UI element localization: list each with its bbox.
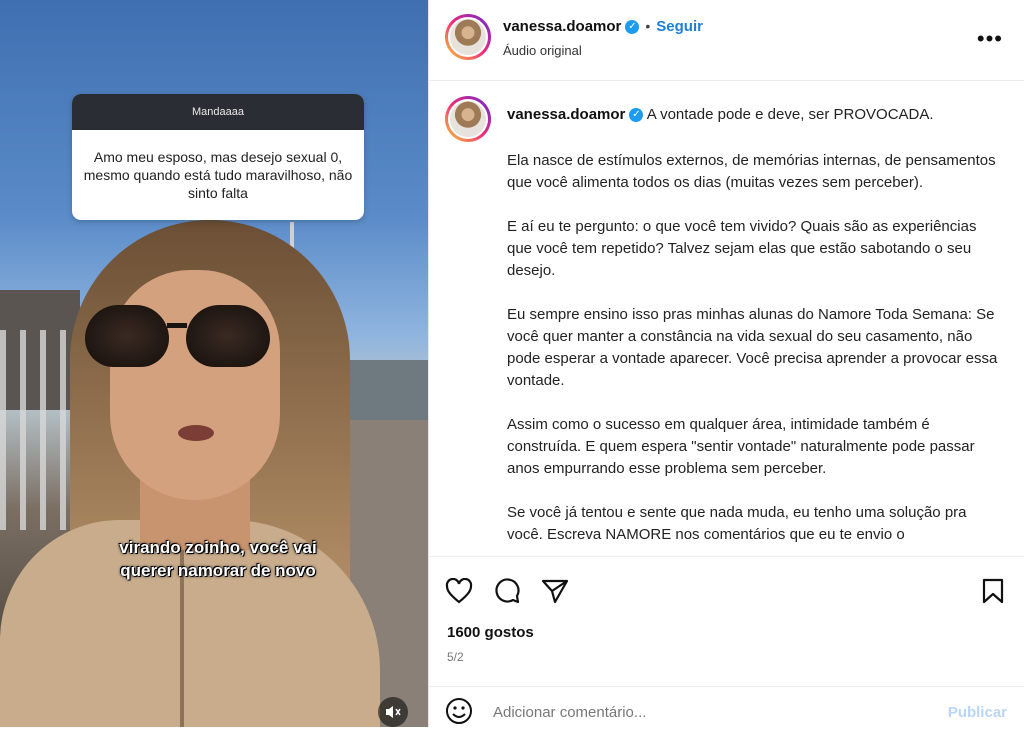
emoji-icon[interactable] bbox=[445, 697, 473, 730]
audio-label[interactable]: Áudio original bbox=[503, 43, 582, 58]
sound-muted-icon[interactable] bbox=[378, 697, 408, 727]
comment-bar: Adicionar comentário... Publicar bbox=[429, 686, 1024, 728]
heart-icon[interactable] bbox=[443, 575, 475, 607]
caption-paragraph: E aí eu te pergunto: o que você tem vivi… bbox=[507, 218, 977, 279]
verified-badge-icon: ✓ bbox=[625, 19, 640, 34]
caption-paragraph: Se você já tentou e sente que nada muda,… bbox=[507, 504, 967, 543]
person-mouth bbox=[178, 425, 214, 441]
left-lens bbox=[85, 305, 169, 367]
caption-title: A vontade pode e deve, ser PROVOCADA. bbox=[646, 106, 934, 123]
post-date: 5/2 bbox=[447, 650, 464, 664]
question-text: Amo meu esposo, mas desejo sexual 0, mes… bbox=[83, 149, 353, 201]
avatar[interactable] bbox=[445, 96, 491, 142]
bookmark-icon[interactable] bbox=[977, 575, 1009, 607]
caption-line: querer namorar de novo bbox=[120, 561, 316, 580]
caption-username[interactable]: vanessa.doamor bbox=[507, 106, 625, 123]
post-caption-area: vanessa.doamor ✓ A vontade pode e deve, s… bbox=[445, 96, 1005, 556]
sunglasses bbox=[85, 305, 270, 375]
post-panel: vanessa.doamor ✓ • Seguir Áudio original ••… bbox=[428, 0, 1024, 727]
video-caption: virando zoinho, você vai querer namorar … bbox=[72, 536, 364, 582]
header-user-row: vanessa.doamor ✓ • Seguir bbox=[503, 18, 703, 36]
comment-icon[interactable] bbox=[491, 575, 523, 607]
post-actions bbox=[429, 556, 1024, 627]
story-video[interactable]: Mandaaaa Amo meu esposo, mas desejo sexu… bbox=[0, 0, 428, 727]
separator-dot: • bbox=[645, 18, 651, 34]
more-options-icon[interactable]: ••• bbox=[977, 26, 1003, 52]
verified-badge-icon: ✓ bbox=[629, 108, 644, 123]
glasses-bridge bbox=[167, 323, 187, 328]
post-caption: vanessa.doamor ✓ A vontade pode e deve, s… bbox=[507, 104, 1005, 556]
caption-paragraph: Assim como o sucesso em qualquer área, i… bbox=[507, 416, 975, 477]
comment-input[interactable]: Adicionar comentário... bbox=[493, 704, 646, 721]
caption-paragraph: Ela nasce de estímulos externos, de memó… bbox=[507, 152, 996, 191]
post-header: vanessa.doamor ✓ • Seguir Áudio original ••… bbox=[429, 0, 1024, 81]
question-sticker: Mandaaaa Amo meu esposo, mas desejo sexu… bbox=[72, 94, 364, 220]
right-lens bbox=[186, 305, 270, 367]
share-icon[interactable] bbox=[539, 575, 571, 607]
likes-count[interactable]: 1600 gostos bbox=[447, 624, 534, 641]
username[interactable]: vanessa.doamor bbox=[503, 18, 621, 35]
caption-paragraph: Eu sempre ensino isso pras minhas alunas… bbox=[507, 306, 998, 389]
avatar[interactable] bbox=[445, 14, 491, 60]
caption-line: virando zoinho, você vai bbox=[119, 538, 317, 557]
follow-button[interactable]: Seguir bbox=[656, 18, 703, 35]
question-header: Mandaaaa bbox=[72, 94, 364, 130]
publish-button[interactable]: Publicar bbox=[948, 704, 1007, 721]
